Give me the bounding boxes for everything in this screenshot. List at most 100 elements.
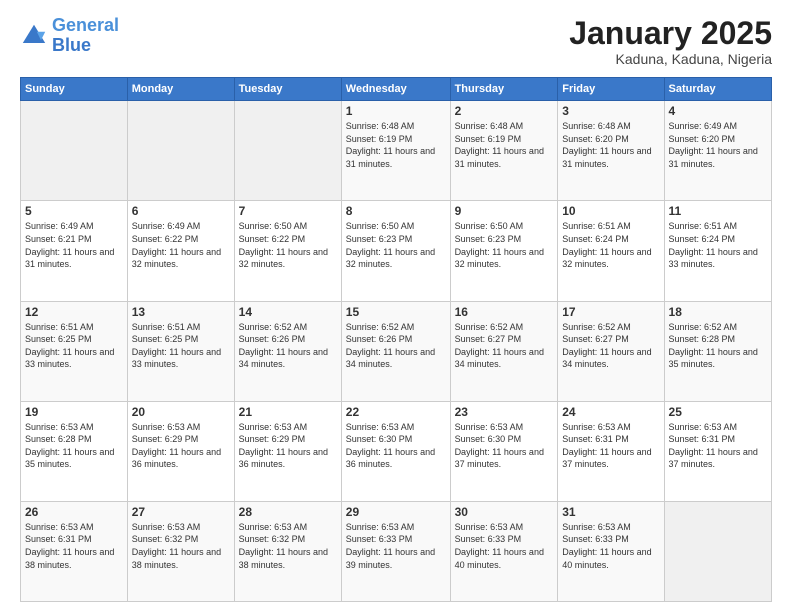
calendar-cell: 25Sunrise: 6:53 AM Sunset: 6:31 PM Dayli… (664, 401, 771, 501)
day-info: Sunrise: 6:52 AM Sunset: 6:27 PM Dayligh… (455, 321, 554, 371)
day-number: 6 (132, 204, 230, 218)
day-number: 10 (562, 204, 659, 218)
calendar-cell: 8 Sunrise: 6:50 AM Sunset: 6:23 PM Daylig… (341, 201, 450, 301)
day-info: Sunrise: 6:53 AM Sunset: 6:31 PM Dayligh… (25, 521, 123, 571)
day-info: Sunrise: 6:53 AM Sunset: 6:33 PM Dayligh… (455, 521, 554, 571)
calendar-title: January 2025 (569, 16, 772, 51)
header-wednesday: Wednesday (341, 78, 450, 101)
day-number: 21 (239, 405, 337, 419)
day-number: 22 (346, 405, 446, 419)
day-info: Sunrise: 6:49 AM Sunset: 6:21 PM Dayligh… (25, 220, 123, 270)
calendar-week-4: 26Sunrise: 6:53 AM Sunset: 6:31 PM Dayli… (21, 501, 772, 601)
calendar-cell: 28 Sunrise: 6:53 AM Sunset: 6:32 PM Dayli… (234, 501, 341, 601)
day-info: Sunrise: 6:53 AM Sunset: 6:31 PM Dayligh… (562, 421, 659, 471)
day-number: 3 (562, 104, 659, 118)
calendar-week-2: 12 Sunrise: 6:51 AM Sunset: 6:25 PM Dayli… (21, 301, 772, 401)
day-number: 16 (455, 305, 554, 319)
calendar-cell: 9 Sunrise: 6:50 AM Sunset: 6:23 PM Daylig… (450, 201, 558, 301)
day-number: 13 (132, 305, 230, 319)
day-info: Sunrise: 6:50 AM Sunset: 6:22 PM Dayligh… (239, 220, 337, 270)
page: General Blue January 2025 Kaduna, Kaduna… (0, 0, 792, 612)
calendar-cell: 19Sunrise: 6:53 AM Sunset: 6:28 PM Dayli… (21, 401, 128, 501)
logo: General Blue (20, 16, 119, 56)
day-info: Sunrise: 6:52 AM Sunset: 6:26 PM Dayligh… (239, 321, 337, 371)
calendar-week-0: 1 Sunrise: 6:48 AM Sunset: 6:19 PM Daylig… (21, 101, 772, 201)
day-info: Sunrise: 6:53 AM Sunset: 6:28 PM Dayligh… (25, 421, 123, 471)
day-info: Sunrise: 6:51 AM Sunset: 6:24 PM Dayligh… (562, 220, 659, 270)
day-info: Sunrise: 6:53 AM Sunset: 6:33 PM Dayligh… (346, 521, 446, 571)
calendar-cell: 12Sunrise: 6:51 AM Sunset: 6:25 PM Dayli… (21, 301, 128, 401)
header-tuesday: Tuesday (234, 78, 341, 101)
calendar-cell: 5Sunrise: 6:49 AM Sunset: 6:21 PM Daylig… (21, 201, 128, 301)
calendar-cell: 22 Sunrise: 6:53 AM Sunset: 6:30 PM Dayli… (341, 401, 450, 501)
calendar-cell: 23Sunrise: 6:53 AM Sunset: 6:30 PM Dayli… (450, 401, 558, 501)
day-number: 12 (25, 305, 123, 319)
day-info: Sunrise: 6:50 AM Sunset: 6:23 PM Dayligh… (346, 220, 446, 270)
day-info: Sunrise: 6:50 AM Sunset: 6:23 PM Dayligh… (455, 220, 554, 270)
day-info: Sunrise: 6:53 AM Sunset: 6:32 PM Dayligh… (132, 521, 230, 571)
day-info: Sunrise: 6:53 AM Sunset: 6:31 PM Dayligh… (669, 421, 767, 471)
day-info: Sunrise: 6:53 AM Sunset: 6:29 PM Dayligh… (239, 421, 337, 471)
calendar-cell: 14Sunrise: 6:52 AM Sunset: 6:26 PM Dayli… (234, 301, 341, 401)
calendar-cell: 31Sunrise: 6:53 AM Sunset: 6:33 PM Dayli… (558, 501, 664, 601)
day-number: 29 (346, 505, 446, 519)
day-number: 18 (669, 305, 767, 319)
day-info: Sunrise: 6:48 AM Sunset: 6:20 PM Dayligh… (562, 120, 659, 170)
calendar-cell: 27Sunrise: 6:53 AM Sunset: 6:32 PM Dayli… (127, 501, 234, 601)
calendar-cell: 16 Sunrise: 6:52 AM Sunset: 6:27 PM Dayli… (450, 301, 558, 401)
day-number: 4 (669, 104, 767, 118)
calendar-cell (234, 101, 341, 201)
header-thursday: Thursday (450, 78, 558, 101)
day-info: Sunrise: 6:53 AM Sunset: 6:29 PM Dayligh… (132, 421, 230, 471)
logo-blue: Blue (52, 35, 91, 55)
calendar-cell: 7 Sunrise: 6:50 AM Sunset: 6:22 PM Daylig… (234, 201, 341, 301)
day-info: Sunrise: 6:52 AM Sunset: 6:26 PM Dayligh… (346, 321, 446, 371)
calendar-cell: 15 Sunrise: 6:52 AM Sunset: 6:26 PM Dayli… (341, 301, 450, 401)
day-info: Sunrise: 6:51 AM Sunset: 6:25 PM Dayligh… (132, 321, 230, 371)
calendar-cell: 21 Sunrise: 6:53 AM Sunset: 6:29 PM Dayli… (234, 401, 341, 501)
calendar-cell: 2 Sunrise: 6:48 AM Sunset: 6:19 PM Daylig… (450, 101, 558, 201)
header-friday: Friday (558, 78, 664, 101)
calendar-cell: 10 Sunrise: 6:51 AM Sunset: 6:24 PM Dayli… (558, 201, 664, 301)
day-info: Sunrise: 6:53 AM Sunset: 6:32 PM Dayligh… (239, 521, 337, 571)
calendar-cell (21, 101, 128, 201)
weekday-header-row: Sunday Monday Tuesday Wednesday Thursday… (21, 78, 772, 101)
calendar-cell: 13 Sunrise: 6:51 AM Sunset: 6:25 PM Dayli… (127, 301, 234, 401)
calendar-cell (664, 501, 771, 601)
calendar-cell (127, 101, 234, 201)
day-info: Sunrise: 6:52 AM Sunset: 6:27 PM Dayligh… (562, 321, 659, 371)
day-info: Sunrise: 6:52 AM Sunset: 6:28 PM Dayligh… (669, 321, 767, 371)
calendar-table: Sunday Monday Tuesday Wednesday Thursday… (20, 77, 772, 602)
day-number: 1 (346, 104, 446, 118)
calendar-subtitle: Kaduna, Kaduna, Nigeria (569, 51, 772, 67)
logo-general: General (52, 15, 119, 35)
header: General Blue January 2025 Kaduna, Kaduna… (20, 16, 772, 67)
day-number: 23 (455, 405, 554, 419)
calendar-cell: 3 Sunrise: 6:48 AM Sunset: 6:20 PM Daylig… (558, 101, 664, 201)
logo-text: General Blue (52, 16, 119, 56)
day-number: 15 (346, 305, 446, 319)
day-number: 11 (669, 204, 767, 218)
day-number: 7 (239, 204, 337, 218)
calendar-cell: 26Sunrise: 6:53 AM Sunset: 6:31 PM Dayli… (21, 501, 128, 601)
calendar-cell: 20Sunrise: 6:53 AM Sunset: 6:29 PM Dayli… (127, 401, 234, 501)
day-number: 2 (455, 104, 554, 118)
day-info: Sunrise: 6:48 AM Sunset: 6:19 PM Dayligh… (455, 120, 554, 170)
day-number: 9 (455, 204, 554, 218)
day-info: Sunrise: 6:53 AM Sunset: 6:30 PM Dayligh… (346, 421, 446, 471)
header-sunday: Sunday (21, 78, 128, 101)
calendar-cell: 29 Sunrise: 6:53 AM Sunset: 6:33 PM Dayli… (341, 501, 450, 601)
calendar-cell: 17 Sunrise: 6:52 AM Sunset: 6:27 PM Dayli… (558, 301, 664, 401)
header-monday: Monday (127, 78, 234, 101)
calendar-week-1: 5Sunrise: 6:49 AM Sunset: 6:21 PM Daylig… (21, 201, 772, 301)
day-number: 8 (346, 204, 446, 218)
day-number: 28 (239, 505, 337, 519)
day-info: Sunrise: 6:51 AM Sunset: 6:24 PM Dayligh… (669, 220, 767, 270)
day-info: Sunrise: 6:49 AM Sunset: 6:20 PM Dayligh… (669, 120, 767, 170)
day-info: Sunrise: 6:48 AM Sunset: 6:19 PM Dayligh… (346, 120, 446, 170)
calendar-cell: 11 Sunrise: 6:51 AM Sunset: 6:24 PM Dayli… (664, 201, 771, 301)
calendar-cell: 18 Sunrise: 6:52 AM Sunset: 6:28 PM Dayli… (664, 301, 771, 401)
day-info: Sunrise: 6:49 AM Sunset: 6:22 PM Dayligh… (132, 220, 230, 270)
calendar-cell: 4 Sunrise: 6:49 AM Sunset: 6:20 PM Daylig… (664, 101, 771, 201)
day-number: 17 (562, 305, 659, 319)
